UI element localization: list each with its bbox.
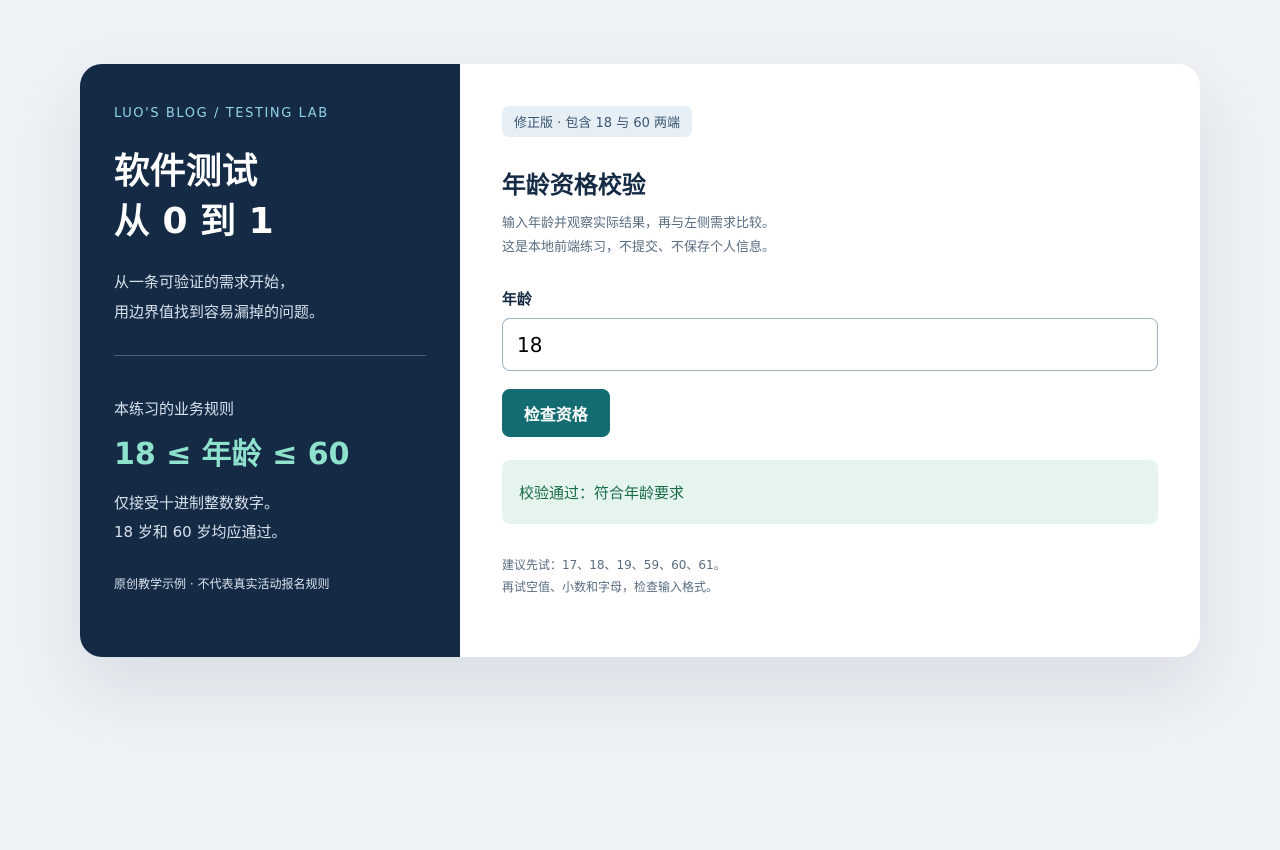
rule-desc-line-2: 18 岁和 60 岁均应通过。 [114, 523, 287, 541]
test-hint: 建议先试：17、18、19、59、60、61。 再试空值、小数和字母，检查输入格… [502, 554, 1158, 598]
hero-title-line-2: 从 0 到 1 [114, 201, 274, 242]
check-eligibility-button[interactable]: 检查资格 [502, 389, 611, 437]
rule-desc-line-1: 仅接受十进制整数数字。 [114, 494, 280, 512]
hint-line-1: 建议先试：17、18、19、59、60、61。 [502, 558, 726, 572]
age-label: 年龄 [502, 290, 533, 308]
rule-formula: 18 ≤ 年龄 ≤ 60 [114, 437, 350, 472]
divider [114, 355, 426, 356]
result-text: 校验通过：符合年龄要求 [519, 483, 685, 502]
hero-description: 从一条可验证的需求开始， 用边界值找到容易漏掉的问题。 [114, 267, 426, 327]
hero-desc-line-2: 用边界值找到容易漏掉的问题。 [114, 303, 325, 321]
form-desc-line-2: 这是本地前端练习，不提交、不保存个人信息。 [502, 240, 776, 255]
form-panel: 修正版 · 包含 18 与 60 两端 年龄资格校验 输入年龄并观察实际结果，再… [460, 64, 1200, 657]
form-desc-line-1: 输入年龄并观察实际结果，再与左侧需求比较。 [502, 216, 776, 231]
rule-note: 原创教学示例 · 不代表真实活动报名规则 [114, 577, 330, 591]
brand-label: LUO'S BLOG / TESTING LAB [114, 106, 329, 121]
main-card: LUO'S BLOG / TESTING LAB 软件测试 从 0 到 1 从一… [80, 64, 1200, 657]
version-badge: 修正版 · 包含 18 与 60 两端 [502, 106, 693, 137]
hero-desc-line-1: 从一条可验证的需求开始， [114, 273, 295, 291]
age-input[interactable] [502, 318, 1158, 371]
rule-heading: 本练习的业务规则 [114, 400, 235, 418]
form-title: 年龄资格校验 [502, 171, 646, 199]
hero-title-line-1: 软件测试 [114, 151, 259, 192]
rule-description: 仅接受十进制整数数字。 18 岁和 60 岁均应通过。 [114, 489, 426, 547]
hint-line-2: 再试空值、小数和字母，检查输入格式。 [502, 580, 719, 594]
result-message: 校验通过：符合年龄要求 [502, 460, 1158, 524]
form-description: 输入年龄并观察实际结果，再与左侧需求比较。 这是本地前端练习，不提交、不保存个人… [502, 212, 1158, 260]
info-panel: LUO'S BLOG / TESTING LAB 软件测试 从 0 到 1 从一… [80, 64, 460, 657]
hero-title: 软件测试 从 0 到 1 [114, 147, 426, 247]
